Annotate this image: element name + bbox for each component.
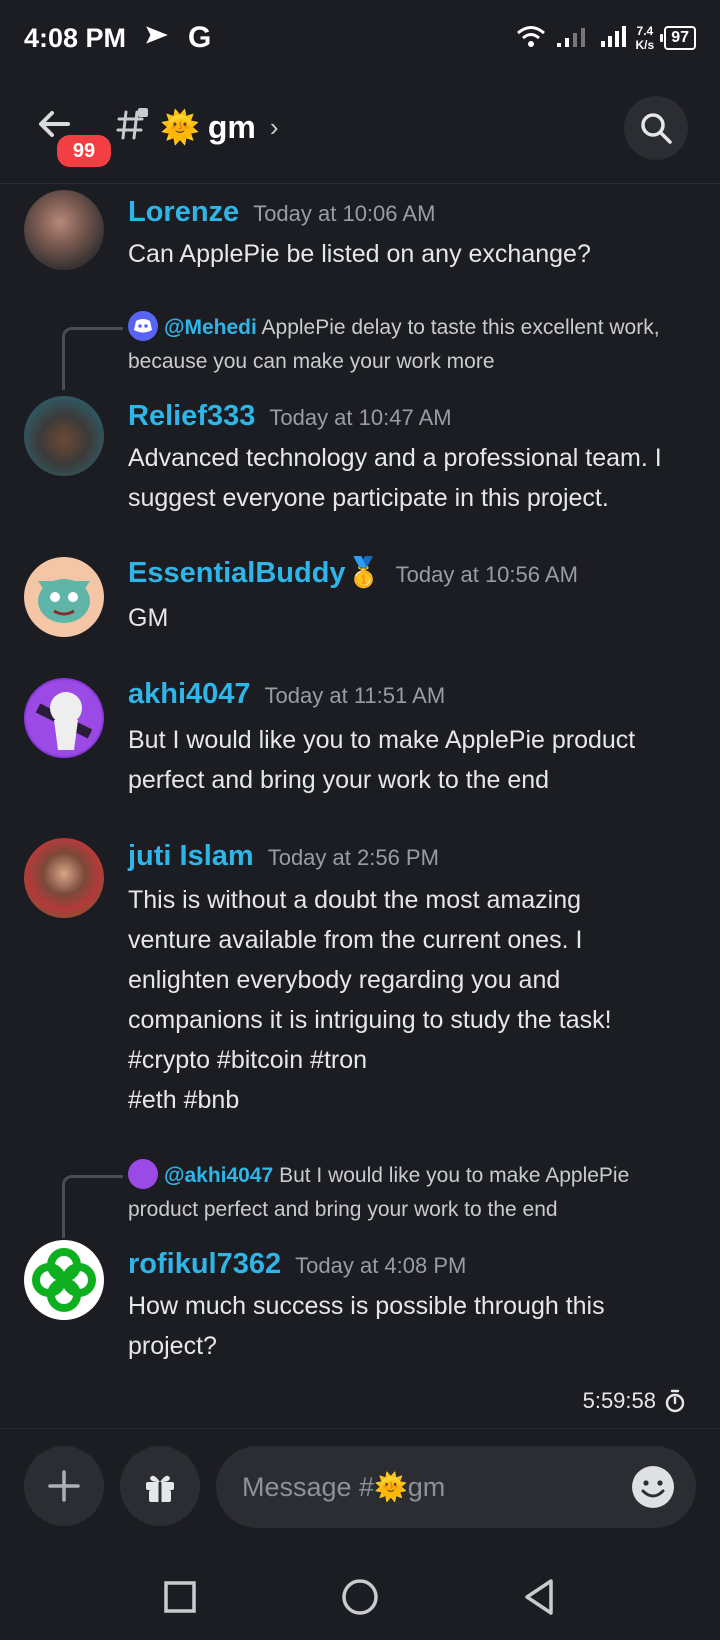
slowmode-timer: 5:59:58 xyxy=(583,1388,686,1414)
discord-icon xyxy=(128,311,158,342)
reply-mention[interactable]: @akhi4047 xyxy=(164,1164,273,1187)
timer-value: 5:59:58 xyxy=(582,1388,656,1413)
google-icon: G xyxy=(188,21,212,54)
author-name[interactable]: juti Islam xyxy=(128,840,254,872)
avatar xyxy=(128,1159,158,1190)
signal-icon-2 xyxy=(600,25,626,52)
channel-name: gm xyxy=(207,108,256,145)
channel-emoji: 🌞 xyxy=(160,109,200,145)
home-button[interactable] xyxy=(335,1572,385,1622)
author-name[interactable]: akhi4047 xyxy=(128,678,251,710)
reply-connector xyxy=(62,1175,123,1238)
send-icon xyxy=(144,22,170,55)
battery-indicator: 97 xyxy=(660,26,696,50)
status-right: 7.4 K/s 97 xyxy=(516,24,696,52)
reply-preview[interactable]: @akhi4047 But I would like you to make A… xyxy=(128,1159,688,1227)
message-header: juti Islam Today at 2:56 PM xyxy=(128,840,439,873)
channel-title[interactable]: 🌞 gm › xyxy=(160,108,279,146)
avatar[interactable] xyxy=(24,1240,104,1320)
reply-mention[interactable]: @Mehedi xyxy=(164,316,257,339)
input-placeholder-channel: gm xyxy=(407,1471,446,1502)
message-content: GM xyxy=(128,604,169,632)
message-line: #crypto #bitcoin #tron xyxy=(128,1046,368,1074)
message-content: Advanced technology and a professional t… xyxy=(128,444,662,512)
wifi-icon xyxy=(516,25,546,52)
network-speed: 7.4 K/s xyxy=(636,24,655,52)
message-time: Today at 2:56 PM xyxy=(267,845,439,870)
message-line: This is without a doubt the most amazing xyxy=(128,886,582,914)
reply-preview[interactable]: @Mehedi ApplePie delay to taste this exc… xyxy=(128,311,688,379)
status-time: 4:08 PM xyxy=(24,22,127,53)
message-line: #eth #bnb xyxy=(128,1086,240,1114)
message-time: Today at 10:56 AM xyxy=(395,562,578,587)
net-speed-value: 7.4 xyxy=(636,24,654,38)
avatar[interactable] xyxy=(24,557,104,637)
avatar[interactable] xyxy=(24,678,104,758)
author-name[interactable]: rofikul7362 xyxy=(128,1248,281,1280)
plus-icon xyxy=(48,1470,80,1502)
channel-hash-icon xyxy=(116,106,152,151)
signal-icon xyxy=(556,25,590,52)
message-header: Relief333 Today at 10:47 AM xyxy=(128,400,452,433)
message-line: enlighten everybody regarding you and xyxy=(128,966,561,994)
message-time: Today at 4:08 PM xyxy=(295,1253,467,1278)
emoji-button[interactable] xyxy=(630,1464,676,1510)
message-header: Lorenze Today at 10:06 AM xyxy=(128,196,435,229)
chevron-right-icon: › xyxy=(269,111,279,142)
status-left: 4:08 PM G xyxy=(24,21,211,55)
home-icon xyxy=(342,1579,378,1615)
recents-button[interactable] xyxy=(155,1572,205,1622)
back-icon xyxy=(525,1579,553,1615)
reply-connector xyxy=(62,327,123,390)
search-icon xyxy=(641,113,672,144)
navigation-bar xyxy=(0,1560,720,1640)
avatar[interactable] xyxy=(24,838,104,918)
search-button[interactable] xyxy=(624,96,688,160)
gift-icon xyxy=(146,1475,174,1502)
message-header: akhi4047 Today at 11:51 AM xyxy=(128,678,445,711)
message-content: How much success is possible through thi… xyxy=(128,1292,605,1360)
attach-button[interactable] xyxy=(24,1446,104,1526)
author-name[interactable]: Relief333 xyxy=(128,400,255,432)
timer-icon xyxy=(665,1389,685,1413)
message-line: companions it is intriguing to study the… xyxy=(128,1006,612,1034)
input-placeholder-emoji: 🌞 xyxy=(374,1472,408,1502)
message-header: rofikul7362 Today at 4:08 PM xyxy=(128,1248,466,1281)
message-time: Today at 11:51 AM xyxy=(264,683,446,708)
message-time: Today at 10:47 AM xyxy=(269,405,452,430)
input-placeholder-prefix: Message # xyxy=(242,1471,375,1502)
message-content: Can ApplePie be listed on any exchange? xyxy=(128,240,591,268)
avatar[interactable] xyxy=(24,396,104,476)
message-header: EssentialBuddy🥇 Today at 10:56 AM xyxy=(128,556,578,590)
recents-icon xyxy=(164,1581,196,1613)
unread-badge: 99 xyxy=(54,132,114,170)
author-name[interactable]: EssentialBuddy xyxy=(128,557,346,589)
message-line: venture available from the current ones.… xyxy=(128,926,583,954)
message-input[interactable]: Message # 🌞 gm xyxy=(216,1446,696,1528)
composer-divider xyxy=(0,1428,720,1429)
message-content: This is without a doubt the most amazing… xyxy=(128,880,700,1120)
net-speed-unit: K/s xyxy=(635,38,655,52)
message-time: Today at 10:06 AM xyxy=(253,201,436,226)
avatar[interactable] xyxy=(24,190,104,270)
status-bar: 4:08 PM G 7.4 K/s 97 xyxy=(0,0,720,76)
author-badge: 🥇 xyxy=(345,557,382,589)
emoji-icon xyxy=(632,1466,674,1508)
channel-header: 99 🌞 gm › xyxy=(0,88,720,184)
system-back-button[interactable] xyxy=(515,1572,565,1622)
author-name[interactable]: Lorenze xyxy=(128,196,239,228)
gift-button[interactable] xyxy=(120,1446,200,1526)
message-content: But I would like you to make ApplePie pr… xyxy=(128,726,636,794)
